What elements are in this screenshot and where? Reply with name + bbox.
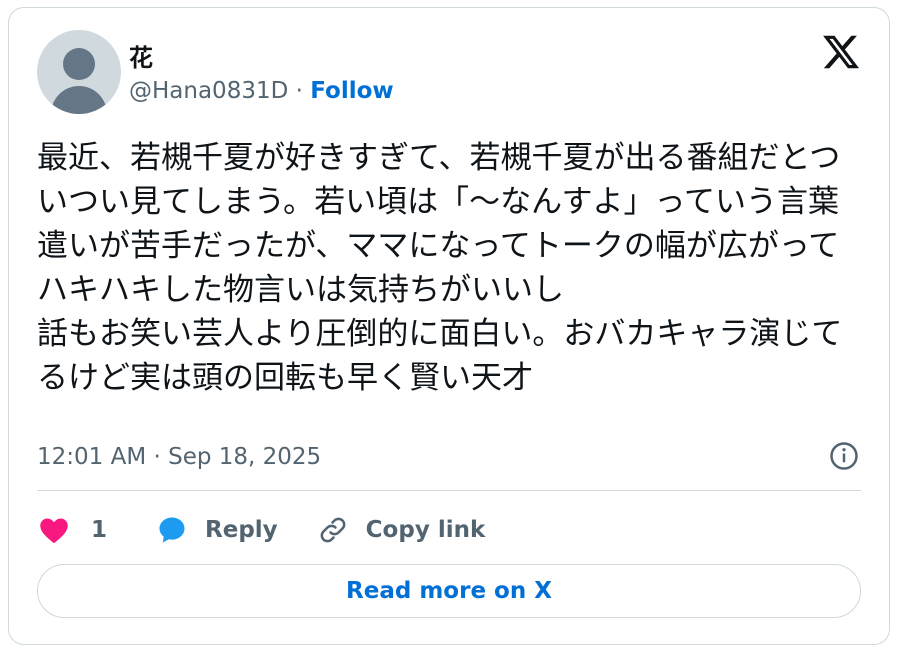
x-logo-icon[interactable] xyxy=(821,32,861,72)
read-more-button[interactable]: Read more on X xyxy=(37,564,861,618)
copy-link-button[interactable]: Copy link xyxy=(318,515,486,545)
speech-bubble-icon xyxy=(159,517,185,543)
user-handle[interactable]: @Hana0831D xyxy=(129,78,288,104)
tweet-card: 花 @Hana0831D · Follow 最近、若槻千夏が好きすぎて、若槻千夏… xyxy=(8,7,890,645)
display-name[interactable]: 花 xyxy=(129,38,153,73)
avatar[interactable] xyxy=(37,30,121,114)
like-button[interactable]: 1 xyxy=(39,516,107,544)
link-icon xyxy=(320,517,346,543)
separator-dot: · xyxy=(288,78,311,104)
action-bar: 1 Reply Copy link xyxy=(39,510,485,550)
follow-link[interactable]: Follow xyxy=(310,78,393,104)
info-icon[interactable] xyxy=(829,441,859,471)
tweet-text: 最近、若槻千夏が好きすぎて、若槻千夏が出る番組だとついつい見てしまう。若い頃は「… xyxy=(37,140,843,396)
reply-button[interactable]: Reply xyxy=(157,515,278,545)
copy-link-label: Copy link xyxy=(365,517,486,543)
heart-icon xyxy=(40,518,68,544)
divider xyxy=(37,490,861,491)
handle-row: @Hana0831D · Follow xyxy=(129,78,394,104)
reply-label: Reply xyxy=(205,517,278,543)
timestamp[interactable]: 12:01 AM · Sep 18, 2025 xyxy=(37,444,321,470)
avatar-body-shape xyxy=(51,86,107,114)
like-count: 1 xyxy=(91,517,108,543)
avatar-head-shape xyxy=(63,48,95,80)
